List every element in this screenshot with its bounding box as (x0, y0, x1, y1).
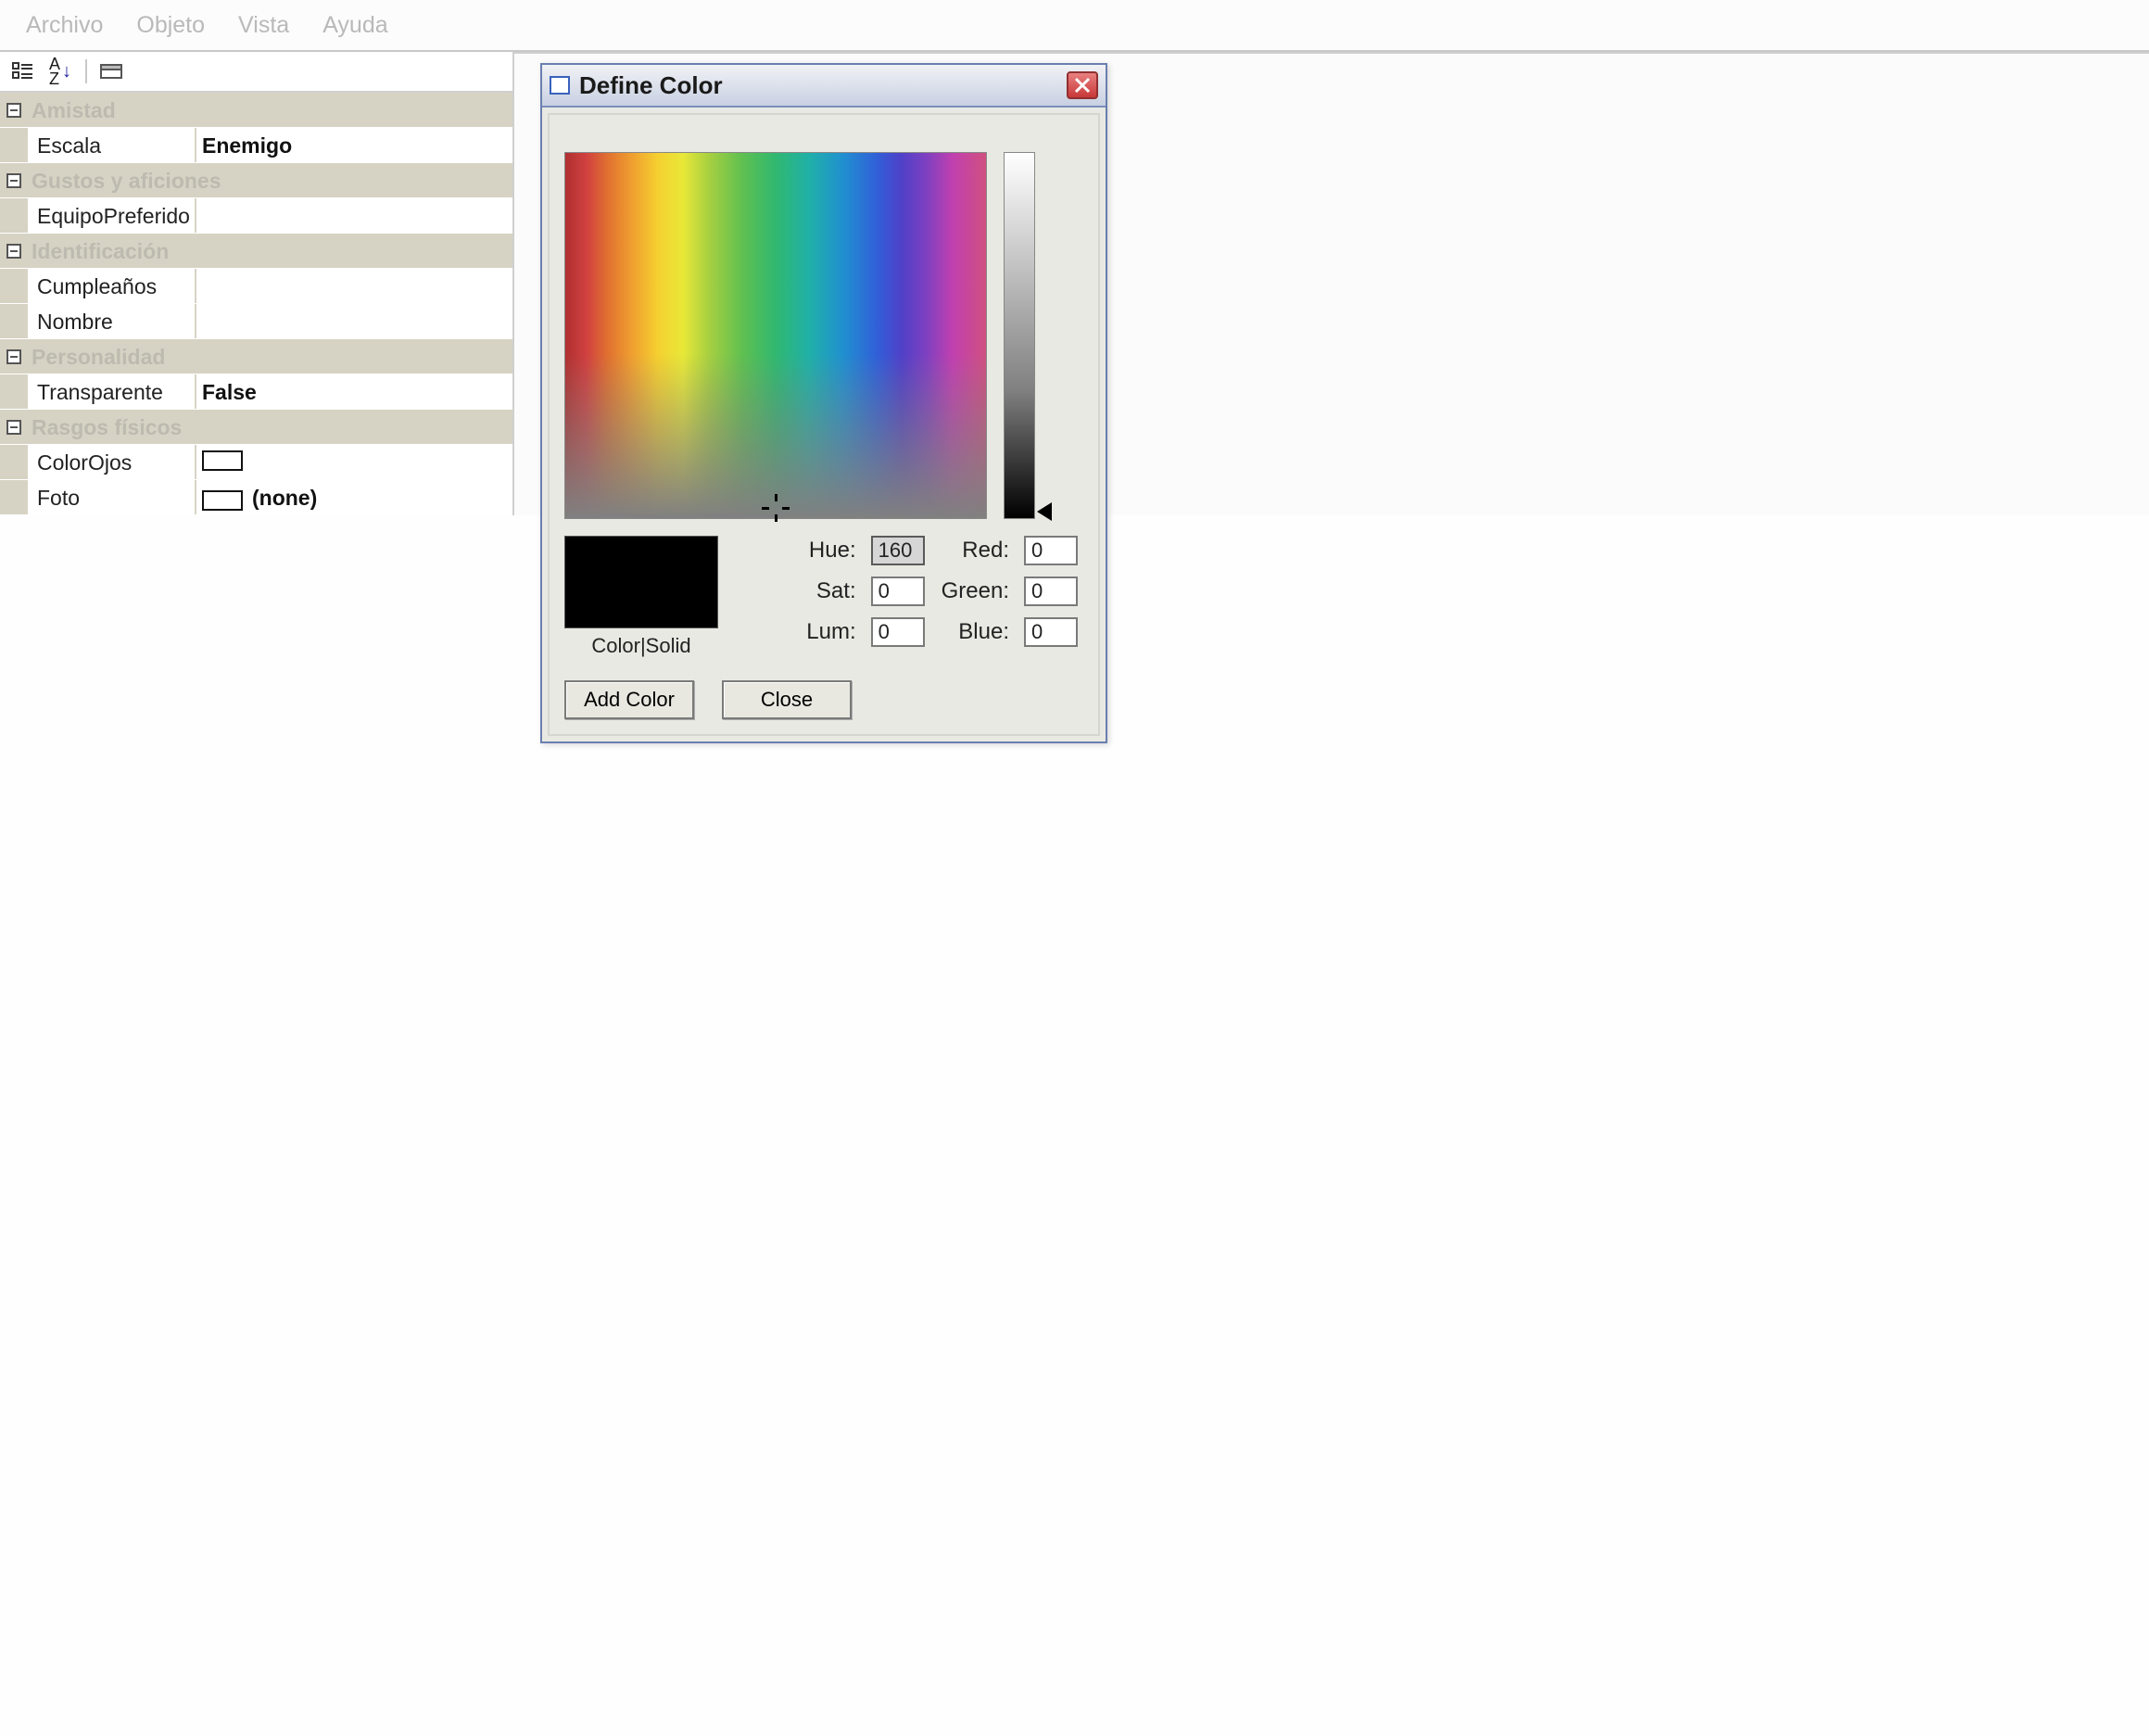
close-dialog-button[interactable]: Close (722, 680, 852, 719)
category-label: Rasgos físicos (28, 410, 512, 444)
menu-archivo[interactable]: Archivo (9, 6, 120, 44)
menu-vista[interactable]: Vista (221, 6, 306, 44)
property-nombre[interactable]: Nombre (0, 304, 512, 339)
collapse-icon[interactable] (0, 234, 28, 268)
property-value[interactable]: False (195, 374, 512, 409)
category-label: Personalidad (28, 339, 512, 374)
image-swatch-icon (202, 490, 243, 511)
property-label: Nombre (28, 304, 195, 338)
add-color-button[interactable]: Add Color (564, 680, 694, 719)
property-foto[interactable]: Foto (none) (0, 480, 512, 515)
red-input[interactable]: 0 (1024, 536, 1078, 565)
content-area: Define Color (514, 52, 2149, 515)
category-rasgos[interactable]: Rasgos físicos (0, 410, 512, 445)
collapse-icon[interactable] (0, 163, 28, 197)
category-label: Amistad (28, 93, 512, 127)
property-value[interactable]: (none) (195, 480, 512, 514)
red-label: Red: (942, 538, 1013, 564)
menu-ayuda[interactable]: Ayuda (306, 6, 404, 44)
property-label: Transparente (28, 374, 195, 409)
close-icon (1074, 77, 1091, 94)
alphabetical-view-button[interactable]: AZ↓ (44, 57, 76, 85)
sat-label: Sat: (806, 578, 859, 604)
menu-bar: Archivo Objeto Vista Ayuda (0, 0, 2149, 52)
toolbar-separator (85, 59, 87, 83)
category-identificacion[interactable]: Identificación (0, 234, 512, 269)
color-swatch-icon (202, 450, 243, 471)
hue-input[interactable]: 160 (871, 536, 925, 565)
property-value[interactable] (195, 269, 512, 303)
define-color-dialog: Define Color (540, 63, 1107, 743)
categorized-view-button[interactable] (7, 57, 39, 85)
luminance-slider[interactable] (1004, 152, 1035, 519)
property-grid: Amistad Escala Enemigo Gustos y aficione… (0, 93, 512, 515)
property-equipopreferido[interactable]: EquipoPreferido (0, 198, 512, 234)
window-icon (550, 76, 570, 95)
property-panel: AZ↓ Amistad Escala Enemigo (0, 52, 514, 515)
property-toolbar: AZ↓ (0, 52, 512, 93)
spectrum-gradient (565, 153, 986, 518)
collapse-icon[interactable] (0, 410, 28, 444)
collapse-icon[interactable] (0, 93, 28, 127)
dialog-titlebar[interactable]: Define Color (542, 65, 1106, 108)
luminance-pointer-icon (1037, 502, 1052, 521)
color-field[interactable] (564, 152, 987, 519)
color-preview-label: Color|Solid (564, 634, 718, 658)
category-personalidad[interactable]: Personalidad (0, 339, 512, 374)
menu-objeto[interactable]: Objeto (120, 6, 221, 44)
property-label: Foto (28, 480, 195, 514)
property-cumpleanos[interactable]: Cumpleaños (0, 269, 512, 304)
category-label: Identificación (28, 234, 512, 268)
property-value[interactable] (195, 445, 512, 479)
property-transparente[interactable]: Transparente False (0, 374, 512, 410)
category-gustos[interactable]: Gustos y aficiones (0, 163, 512, 198)
property-value[interactable]: Enemigo (195, 128, 512, 162)
close-button[interactable] (1067, 71, 1098, 99)
lum-label: Lum: (806, 619, 859, 645)
property-value[interactable] (195, 304, 512, 338)
collapse-icon[interactable] (0, 339, 28, 374)
property-label: EquipoPreferido (28, 198, 195, 233)
green-label: Green: (942, 578, 1013, 604)
property-colorojos[interactable]: ColorOjos (0, 445, 512, 480)
property-pages-button[interactable] (96, 57, 128, 85)
lum-input[interactable]: 0 (871, 617, 925, 647)
blue-label: Blue: (942, 619, 1013, 645)
property-value[interactable] (195, 198, 512, 233)
property-escala[interactable]: Escala Enemigo (0, 128, 512, 163)
dialog-body: Color|Solid Hue: 160 Red: 0 Sat: 0 Green… (548, 113, 1100, 736)
property-label: Cumpleaños (28, 269, 195, 303)
hue-label: Hue: (806, 538, 859, 564)
color-preview (564, 536, 718, 628)
category-label: Gustos y aficiones (28, 163, 512, 197)
property-label: Escala (28, 128, 195, 162)
category-amistad[interactable]: Amistad (0, 93, 512, 128)
dialog-title: Define Color (579, 71, 1067, 100)
property-label: ColorOjos (28, 445, 195, 479)
green-input[interactable]: 0 (1024, 577, 1078, 606)
sat-input[interactable]: 0 (871, 577, 925, 606)
blue-input[interactable]: 0 (1024, 617, 1078, 647)
